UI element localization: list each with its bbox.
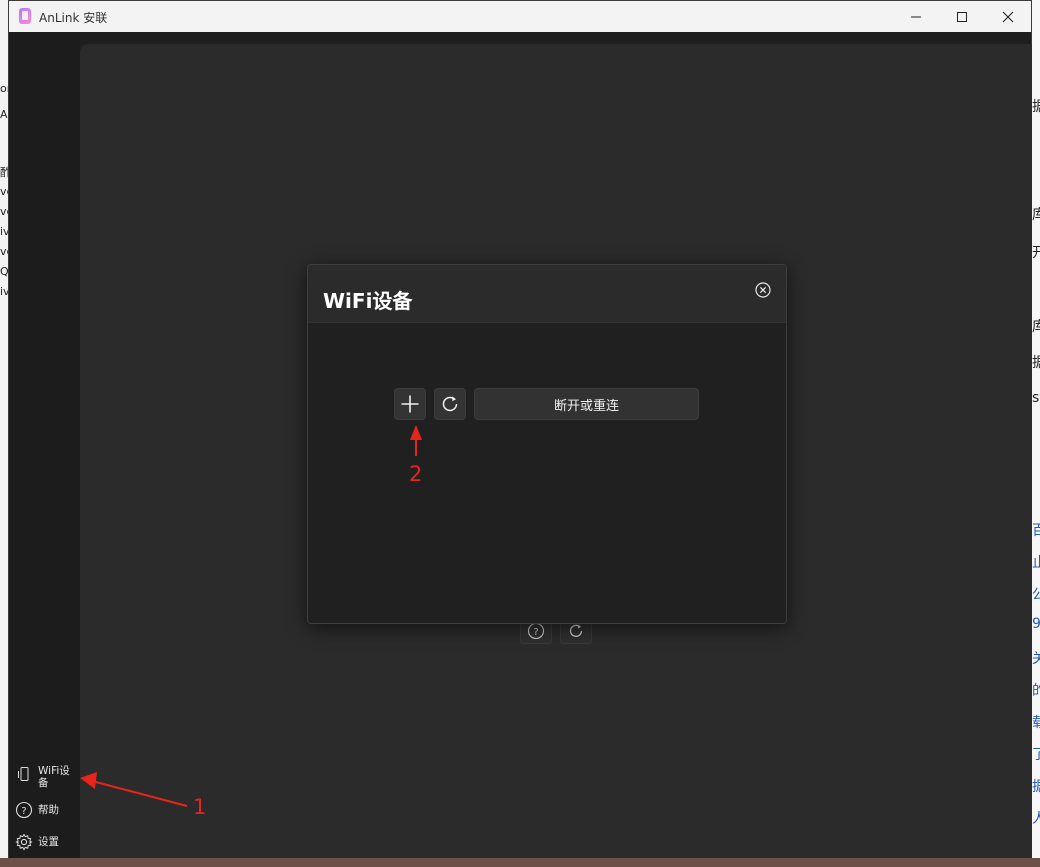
dialog-title: WiFi设备	[323, 289, 413, 313]
desktop-text-fragment: 据	[1032, 779, 1040, 795]
sidebar-item-label: 设置	[38, 836, 59, 848]
app-logo-icon	[19, 8, 31, 24]
title-bar[interactable]: AnLink 安联	[9, 1, 1031, 32]
window-title: AnLink 安联	[39, 11, 108, 25]
maximize-button[interactable]	[939, 1, 985, 32]
annotation-number-2: 2	[409, 462, 423, 486]
add-device-button[interactable]	[394, 388, 426, 420]
close-icon	[1002, 11, 1014, 22]
desktop-text-fragment: 据	[1032, 355, 1040, 371]
sidebar-item-label: WiFi设备	[38, 765, 70, 789]
minimize-icon	[911, 16, 921, 17]
sidebar: WiFi设备 ? 帮助 设置	[9, 32, 80, 858]
desktop-right-strip: 据 库 开 库 据 sy 百 止 公 97 关 的 载 了 据 人	[1032, 0, 1040, 867]
sidebar-item-label: 帮助	[38, 804, 59, 816]
sidebar-item-wifi-devices[interactable]: WiFi设备	[15, 765, 77, 789]
desktop-text-fragment: 公	[1032, 587, 1040, 603]
minimize-button[interactable]	[893, 1, 939, 32]
wifi-devices-dialog: WiFi设备 断开或重连	[307, 264, 787, 624]
desktop-text-fragment: 库	[1032, 207, 1040, 223]
help-circle-icon: ?	[527, 622, 545, 640]
refresh-devices-button[interactable]	[434, 388, 466, 420]
desktop-text-fragment: 的	[1032, 683, 1040, 699]
desktop-text-fragment: 百	[1032, 523, 1040, 539]
desktop-text-fragment: 人	[1032, 811, 1040, 827]
dialog-header: WiFi设备	[308, 265, 786, 323]
annotation-number-1: 1	[193, 795, 207, 819]
refresh-icon	[569, 624, 583, 637]
refresh-icon	[442, 396, 458, 412]
desktop-text-fragment: 关	[1032, 651, 1040, 667]
desktop-text-fragment: 止	[1032, 555, 1040, 571]
desktop-text-fragment: sy	[1032, 390, 1040, 406]
svg-text:?: ?	[21, 806, 26, 817]
desktop-bottom-strip	[0, 858, 1040, 867]
desktop-left-strip: or A) 酢 ve ve iv ve Q iv	[0, 0, 13, 867]
close-circle-icon	[755, 282, 771, 298]
sidebar-item-help[interactable]: ? 帮助	[15, 801, 77, 819]
plus-icon	[401, 395, 419, 413]
desktop-text-fragment: 据	[1032, 99, 1040, 115]
desktop-text-fragment: 载	[1032, 715, 1040, 731]
desktop-text-fragment: 了	[1032, 747, 1040, 763]
close-window-button[interactable]	[985, 1, 1031, 32]
desktop-text-fragment: 库	[1032, 319, 1040, 335]
gear-icon	[15, 833, 33, 851]
desktop-text-fragment: 开	[1032, 245, 1040, 261]
phone-icon	[15, 765, 33, 783]
maximize-icon	[957, 11, 967, 22]
svg-text:?: ?	[533, 627, 538, 638]
sidebar-item-settings[interactable]: 设置	[15, 833, 77, 851]
disconnect-reconnect-button[interactable]: 断开或重连	[474, 388, 699, 420]
desktop-text-fragment: 97	[1032, 616, 1040, 632]
help-circle-icon: ?	[15, 801, 33, 819]
dialog-close-button[interactable]	[754, 281, 772, 299]
